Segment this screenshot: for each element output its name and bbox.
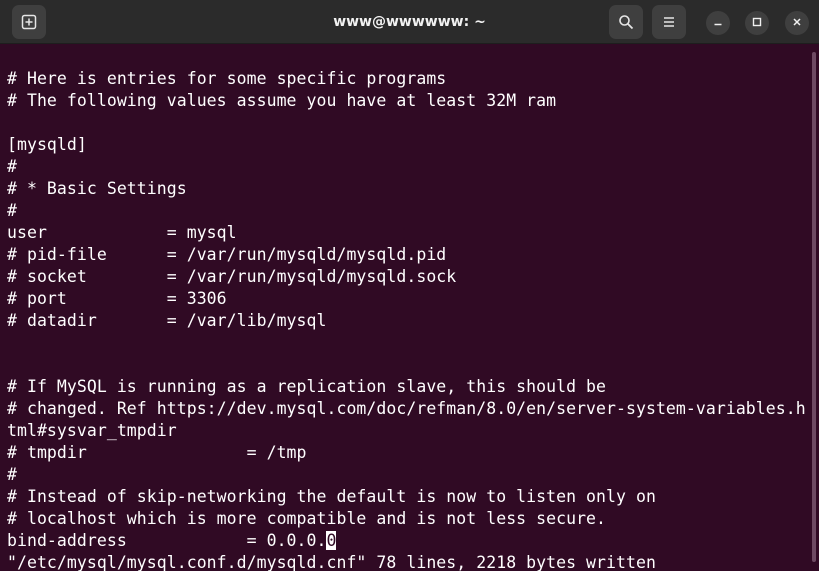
- bind-address-text: bind-address = 0.0.0.: [7, 531, 327, 550]
- search-button[interactable]: [609, 5, 643, 39]
- terminal-line: # Instead of skip-networking the default…: [7, 487, 656, 506]
- vim-status-line: "/etc/mysql/mysql.conf.d/mysqld.cnf" 78 …: [7, 553, 656, 571]
- terminal-line: user = mysql: [7, 223, 237, 242]
- terminal-line: #: [7, 157, 17, 176]
- window-title: www@wwwwww: ~: [333, 14, 486, 30]
- terminal-line: # changed. Ref https://dev.mysql.com/doc…: [7, 399, 806, 418]
- title-bar[interactable]: www@wwwwww: ~: [0, 0, 819, 44]
- text-cursor: 0: [326, 531, 337, 550]
- scrollbar-thumb[interactable]: [812, 52, 816, 562]
- new-tab-button[interactable]: [12, 5, 46, 39]
- terminal-line: # Here is entries for some specific prog…: [7, 69, 447, 88]
- terminal-line: # localhost which is more compatible and…: [7, 509, 607, 528]
- hamburger-menu-icon: [661, 14, 677, 30]
- close-button[interactable]: [785, 11, 809, 35]
- search-icon: [618, 14, 634, 30]
- terminal-line: # datadir = /var/lib/mysql: [7, 311, 327, 330]
- minimize-button[interactable]: [706, 11, 730, 35]
- terminal-line: #: [7, 465, 17, 484]
- terminal-line: # The following values assume you have a…: [7, 91, 557, 110]
- terminal-content-area[interactable]: # Here is entries for some specific prog…: [0, 44, 809, 571]
- terminal-line: tml#sysvar_tmpdir: [7, 421, 177, 440]
- terminal-window: www@wwwwww: ~ # Here is entries for some…: [0, 0, 819, 571]
- close-icon: [792, 14, 802, 32]
- minimize-icon: [713, 14, 723, 32]
- terminal-line: # socket = /var/run/mysqld/mysqld.sock: [7, 267, 457, 286]
- maximize-icon: [752, 14, 762, 32]
- new-tab-icon: [21, 14, 37, 30]
- terminal-line: # port = 3306: [7, 289, 227, 308]
- terminal-line: # If MySQL is running as a replication s…: [7, 377, 607, 396]
- maximize-button[interactable]: [745, 11, 769, 35]
- terminal-lines: # Here is entries for some specific prog…: [7, 68, 806, 571]
- menu-button[interactable]: [652, 5, 686, 39]
- terminal-line: # tmpdir = /tmp: [7, 443, 307, 462]
- terminal-line: # pid-file = /var/run/mysqld/mysqld.pid: [7, 245, 447, 264]
- terminal-line: # * Basic Settings: [7, 179, 187, 198]
- terminal-line: [mysqld]: [7, 135, 87, 154]
- terminal-line-cursor: bind-address = 0.0.0.0: [7, 530, 806, 552]
- terminal-scrollbar[interactable]: [809, 44, 819, 571]
- terminal-line: #: [7, 201, 17, 220]
